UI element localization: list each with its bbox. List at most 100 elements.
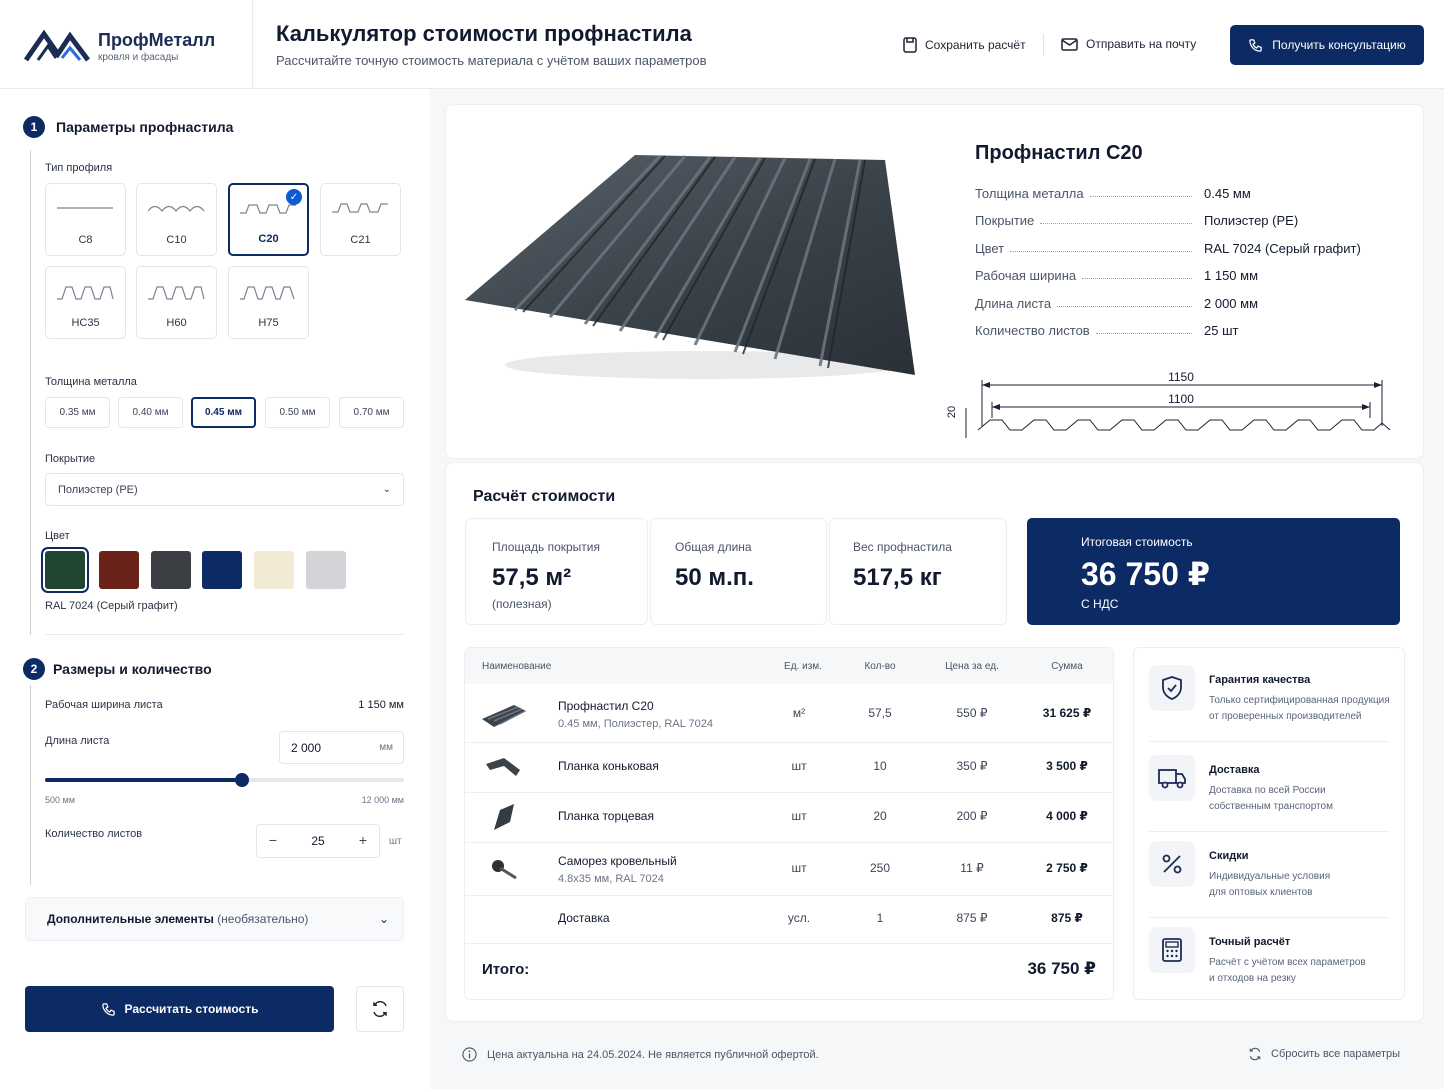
truck-icon: [1149, 755, 1195, 801]
price-note-text: Цена актуальна на 24.05.2024. Не являетс…: [487, 1048, 819, 1061]
reset-button[interactable]: Сбросить все параметры: [1248, 1047, 1400, 1061]
profile-option-label: H75: [258, 317, 279, 329]
extra-elements-accordion[interactable]: Дополнительные элементы (необязательно) …: [25, 897, 404, 941]
length-input[interactable]: 2 000 мм: [279, 731, 404, 764]
item-unit: м²: [792, 705, 806, 720]
width-label: Рабочая ширина листа: [45, 699, 163, 711]
color-swatch[interactable]: [254, 551, 294, 589]
calculate-button[interactable]: Рассчитать стоимость: [25, 986, 334, 1032]
profile-option-h60[interactable]: H60: [136, 266, 217, 339]
color-name: RAL 7024 (Серый графит): [45, 600, 178, 612]
item-unit: усл.: [787, 911, 811, 925]
th-name: Наименование: [482, 661, 552, 672]
item-sub: 4.8x35 мм, RAL 7024: [558, 872, 664, 885]
item-unit: шт: [791, 809, 807, 823]
thickness-option[interactable]: 0.70 мм: [339, 397, 404, 428]
profile-option-c8[interactable]: C8: [45, 183, 126, 256]
color-swatch[interactable]: [306, 551, 346, 589]
profile-option-label: HC35: [71, 317, 100, 329]
item-name: Профнастил С20: [558, 698, 654, 713]
extra-label: Дополнительные элементы: [47, 912, 214, 926]
item-name-cell: Планка коньковая: [558, 759, 659, 773]
percent-icon: [1149, 841, 1195, 887]
item-name-cell: Саморез кровельный 4.8x35 мм, RAL 7024: [558, 854, 677, 885]
spec-dots: [1010, 241, 1193, 252]
length-value: 2 000: [291, 740, 322, 755]
row-separator: [465, 895, 1113, 896]
page-subtitle: Рассчитайте точную стоимость материала с…: [276, 53, 707, 68]
slider-max: 12 000 мм: [361, 795, 404, 805]
quantity-value[interactable]: 25: [297, 834, 339, 848]
feature-title: Доставка: [1209, 764, 1260, 776]
coating-select[interactable]: Полиэстер (PE) ⌄: [45, 473, 404, 506]
section-divider: [45, 634, 404, 635]
price-note: Цена актуальна на 24.05.2024. Не являетс…: [462, 1047, 819, 1062]
spec-key: Рабочая ширина: [975, 268, 1077, 284]
profile-wave-icon: [56, 207, 113, 209]
profile-option-label: H60: [166, 317, 187, 329]
reset-label: Сбросить все параметры: [1271, 1048, 1401, 1060]
spec-row: Длина листа 2 000 мм: [975, 296, 1375, 311]
row-separator: [465, 943, 1113, 944]
profile-option-c20[interactable]: C20 ✓: [228, 183, 309, 256]
item-name: Доставка: [558, 911, 610, 925]
feature-desc-line2: для оптовых клиентов: [1209, 887, 1313, 898]
slider-thumb[interactable]: [235, 773, 250, 787]
th-price: Цена за ед.: [945, 661, 999, 672]
spec-row: Количество листов 25 шт: [975, 323, 1375, 338]
profile-option-c10[interactable]: C10: [136, 183, 217, 256]
item-sub: 0.45 мм, Полиэстер, RAL 7024: [558, 717, 713, 730]
refresh-icon: [373, 1000, 387, 1018]
feature-divider: [1149, 917, 1389, 918]
profile-option-c21[interactable]: C21: [320, 183, 401, 256]
quantity-minus-button[interactable]: −: [265, 832, 281, 848]
consultation-button[interactable]: Получить консультацию: [1230, 25, 1424, 65]
spec-key: Покрытие: [975, 213, 1035, 229]
feature-desc-line1: Индивидуальные условия: [1209, 871, 1331, 882]
save-button[interactable]: Сохранить расчёт: [903, 37, 1026, 53]
profile-option-h75[interactable]: H75: [228, 266, 309, 339]
info-icon: [462, 1047, 477, 1062]
row-separator: [465, 742, 1113, 743]
section-sizes-title: Размеры и количество: [53, 661, 212, 677]
feature-title: Гарантия качества: [1209, 674, 1311, 686]
thickness-option[interactable]: 0.50 мм: [265, 397, 330, 428]
color-swatch[interactable]: [202, 551, 242, 589]
color-swatch[interactable]: [151, 551, 191, 589]
thickness-option[interactable]: 0.40 мм: [118, 397, 183, 428]
spec-value: 2 000 мм: [1204, 295, 1259, 311]
reset-icon: [1249, 1047, 1261, 1061]
item-thumbnail: [480, 699, 528, 734]
weight-stat: Вес профнастила 517,5 кг: [829, 518, 1007, 625]
item-sum: 3 500 ₽: [1046, 759, 1088, 773]
profile-option-hc35[interactable]: HC35: [45, 266, 126, 339]
profile-type-label: Тип профиля: [45, 162, 113, 174]
item-unit: шт: [791, 759, 807, 773]
refresh-button[interactable]: [356, 986, 404, 1032]
feature-title: Скидки: [1209, 850, 1249, 862]
feature-divider: [1149, 831, 1389, 832]
page-title: Калькулятор стоимости профнастила: [276, 21, 692, 46]
item-price: 350 ₽: [956, 759, 988, 773]
item-qty: 10: [873, 759, 887, 773]
email-button[interactable]: Отправить на почту: [1061, 37, 1196, 51]
quantity-plus-button[interactable]: +: [355, 832, 371, 848]
spec-dots: [1082, 268, 1193, 280]
table-total-label: Итого:: [482, 961, 530, 978]
thickness-option[interactable]: 0.45 мм: [191, 397, 256, 428]
thickness-option[interactable]: 0.35 мм: [45, 397, 110, 428]
section-params-title: Параметры профнастила: [56, 119, 234, 135]
spec-key: Количество листов: [975, 323, 1090, 338]
item-name: Саморез кровельный: [558, 853, 677, 868]
feature-desc-line2: и отходов на резку: [1209, 973, 1296, 984]
item-sum: 4 000 ₽: [1046, 809, 1088, 823]
feature-desc-line1: Расчёт с учётом всех параметров: [1209, 957, 1366, 968]
step-1-badge: 1: [23, 116, 45, 138]
item-qty: 1: [876, 911, 884, 925]
item-price: 11 ₽: [960, 860, 984, 875]
th-unit: Ед. изм.: [784, 661, 822, 672]
header-divider: [252, 0, 253, 89]
total-note: С НДС: [1081, 597, 1119, 611]
color-swatch[interactable]: [99, 551, 139, 589]
color-swatch[interactable]: [45, 551, 85, 589]
